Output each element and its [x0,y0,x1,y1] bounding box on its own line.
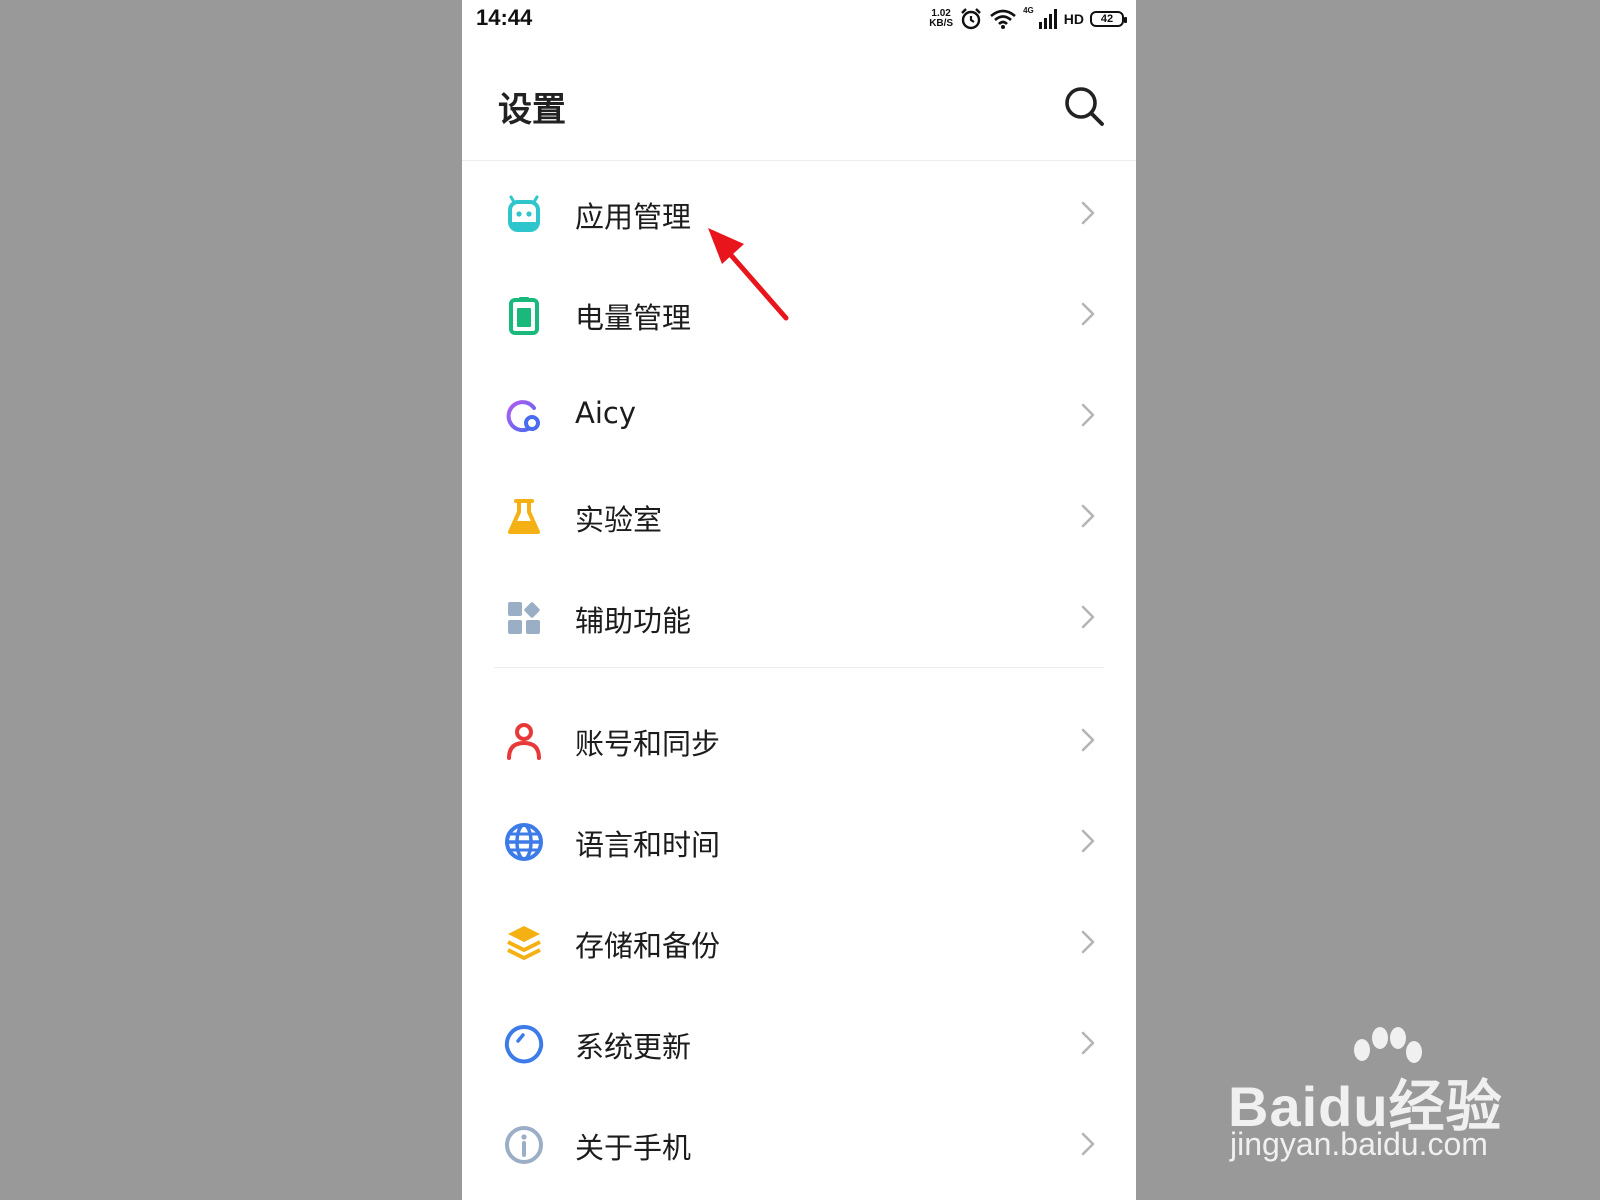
chevron-right-icon [1081,605,1095,629]
settings-item-about-phone[interactable]: 关于手机 [462,1093,1136,1194]
account-person-icon [507,723,541,760]
chevron-right-icon [1081,930,1095,954]
system-update-icon [504,1024,544,1064]
phone-screen: 14:44 1.02 KB/S 4G HD 42 设置 应用管理 电量管理 Ai… [462,0,1136,1200]
wifi-icon [990,9,1016,29]
chevron-right-icon [1081,302,1095,326]
settings-item-lab[interactable]: 实验室 [462,465,1136,566]
chevron-right-icon [1081,1031,1095,1055]
settings-item-label: 语言和时间 [575,828,721,862]
status-time: 14:44 [476,5,533,30]
settings-item-app-management[interactable]: 应用管理 [462,162,1136,263]
settings-list: 应用管理 电量管理 Aicy 实验室 辅助功能 账号和同步 语言和时间 存储和备… [462,162,1136,1194]
settings-item-accessibility[interactable]: 辅助功能 [462,566,1136,667]
battery-indicator: 42 [1090,11,1127,27]
chevron-right-icon [1081,829,1095,853]
network-speed: 1.02 KB/S [929,9,953,29]
aicy-icon [506,400,540,433]
settings-item-label: 关于手机 [575,1131,692,1165]
settings-item-language-time[interactable]: 语言和时间 [462,790,1136,891]
status-bar: 14:44 1.02 KB/S 4G HD 42 [462,0,1136,40]
alarm-clock-icon [961,8,981,30]
chevron-right-icon [1081,1132,1095,1156]
globe-icon [505,823,543,861]
network-speed-unit: KB/S [929,18,954,29]
info-icon [505,1126,543,1164]
baidu-jingyan-watermark: Baidu经验 jingyan.baidu.com [1228,1024,1548,1174]
settings-item-battery[interactable]: 电量管理 [462,263,1136,364]
chevron-right-icon [1081,504,1095,528]
settings-item-label: 系统更新 [575,1030,692,1064]
settings-item-label: 存储和备份 [575,929,721,963]
cell-signal-icon [1038,9,1057,29]
settings-item-label: Aicy [575,396,637,430]
search-icon [1065,87,1104,126]
accessibility-grid-icon [508,602,540,634]
settings-item-storage-backup[interactable]: 存储和备份 [462,891,1136,992]
settings-item-label: 电量管理 [575,301,692,335]
settings-item-aicy[interactable]: Aicy [462,364,1136,465]
battery-icon [509,297,539,335]
lab-flask-icon [508,499,540,534]
search-button[interactable] [1062,84,1106,128]
settings-header: 设置 [462,60,1136,161]
group-divider [462,667,1136,689]
page-title: 设置 [498,90,566,130]
settings-item-label: 辅助功能 [575,604,692,638]
chevron-right-icon [1081,728,1095,752]
signal-type-label: 4G [1023,6,1034,15]
settings-item-account-sync[interactable]: 账号和同步 [462,689,1136,790]
battery-level: 42 [1100,13,1114,25]
status-icons: 1.02 KB/S 4G HD 42 [929,6,1127,32]
chevron-right-icon [1081,403,1095,427]
settings-item-label: 实验室 [575,503,663,537]
chevron-right-icon [1081,201,1095,225]
storage-layers-icon [507,926,541,960]
settings-item-label: 账号和同步 [575,727,721,761]
hd-voice-icon: HD [1063,11,1084,27]
watermark-url: jingyan.baidu.com [1230,1126,1488,1162]
settings-item-label: 应用管理 [575,200,692,234]
settings-item-system-update[interactable]: 系统更新 [462,992,1136,1093]
app-management-icon [508,195,540,232]
